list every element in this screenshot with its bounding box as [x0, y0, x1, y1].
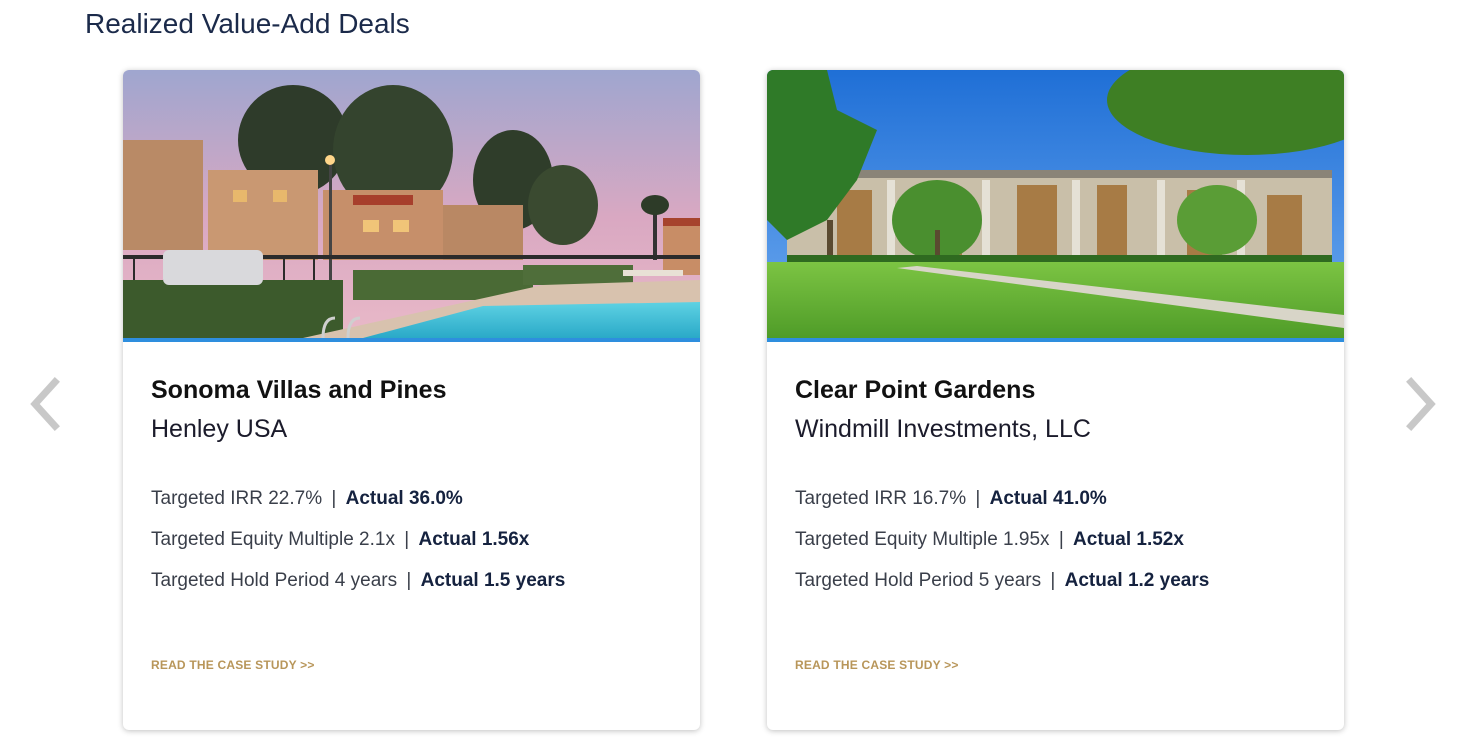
read-case-study-link[interactable]: READ THE CASE STUDY >>: [795, 658, 959, 672]
deal-title: Sonoma Villas and Pines: [151, 376, 447, 404]
metric-target: Targeted IRR 22.7%: [151, 488, 323, 509]
metrics-list: Targeted IRR 16.7% | Actual 41.0% Target…: [795, 478, 1316, 601]
card-body: Sonoma Villas and Pines Henley USA Targe…: [123, 342, 700, 696]
carousel-prev-button[interactable]: [22, 372, 66, 436]
read-case-study-link[interactable]: READ THE CASE STUDY >>: [151, 658, 315, 672]
metric-actual: Actual 1.56x: [418, 529, 530, 550]
metric-separator: |: [1050, 570, 1056, 591]
property-photo: [123, 70, 700, 338]
metric-actual: Actual 1.2 years: [1064, 570, 1210, 591]
carousel-next-button[interactable]: [1400, 372, 1444, 436]
metric-hold-period: Targeted Hold Period 5 years | Actual 1.…: [795, 560, 1316, 601]
metric-separator: |: [406, 570, 412, 591]
metrics-list: Targeted IRR 22.7% | Actual 36.0% Target…: [151, 478, 672, 601]
deal-title: Clear Point Gardens: [795, 376, 1036, 404]
metric-target: Targeted Equity Multiple 2.1x: [151, 529, 395, 550]
section-title: Realized Value-Add Deals: [85, 8, 410, 39]
chevron-right-icon: [1406, 377, 1436, 431]
deal-sponsor: Windmill Investments, LLC: [795, 415, 1091, 443]
metric-target: Targeted Hold Period 4 years: [151, 570, 398, 591]
metric-target: Targeted Equity Multiple 1.95x: [795, 529, 1050, 550]
chevron-left-icon: [30, 377, 60, 431]
metric-separator: |: [404, 529, 410, 550]
metric-actual: Actual 36.0%: [345, 488, 463, 509]
metric-hold-period: Targeted Hold Period 4 years | Actual 1.…: [151, 560, 672, 601]
metric-actual: Actual 41.0%: [989, 488, 1107, 509]
deal-card[interactable]: Sonoma Villas and Pines Henley USA Targe…: [123, 70, 700, 730]
metric-separator: |: [975, 488, 981, 509]
metric-target: Targeted IRR 16.7%: [795, 488, 967, 509]
metric-equity-multiple: Targeted Equity Multiple 2.1x | Actual 1…: [151, 519, 672, 560]
metric-actual: Actual 1.52x: [1073, 529, 1184, 550]
metric-target: Targeted Hold Period 5 years: [795, 570, 1042, 591]
metric-separator: |: [331, 488, 337, 509]
metric-irr: Targeted IRR 16.7% | Actual 41.0%: [795, 478, 1316, 519]
metric-equity-multiple: Targeted Equity Multiple 1.95x | Actual …: [795, 519, 1316, 560]
deal-sponsor: Henley USA: [151, 415, 288, 443]
property-photo: [767, 70, 1344, 338]
metric-separator: |: [1058, 529, 1064, 550]
card-body: Clear Point Gardens Windmill Investments…: [767, 342, 1344, 696]
metric-irr: Targeted IRR 22.7% | Actual 36.0%: [151, 478, 672, 519]
metric-actual: Actual 1.5 years: [420, 570, 566, 591]
deal-card[interactable]: Clear Point Gardens Windmill Investments…: [767, 70, 1344, 730]
